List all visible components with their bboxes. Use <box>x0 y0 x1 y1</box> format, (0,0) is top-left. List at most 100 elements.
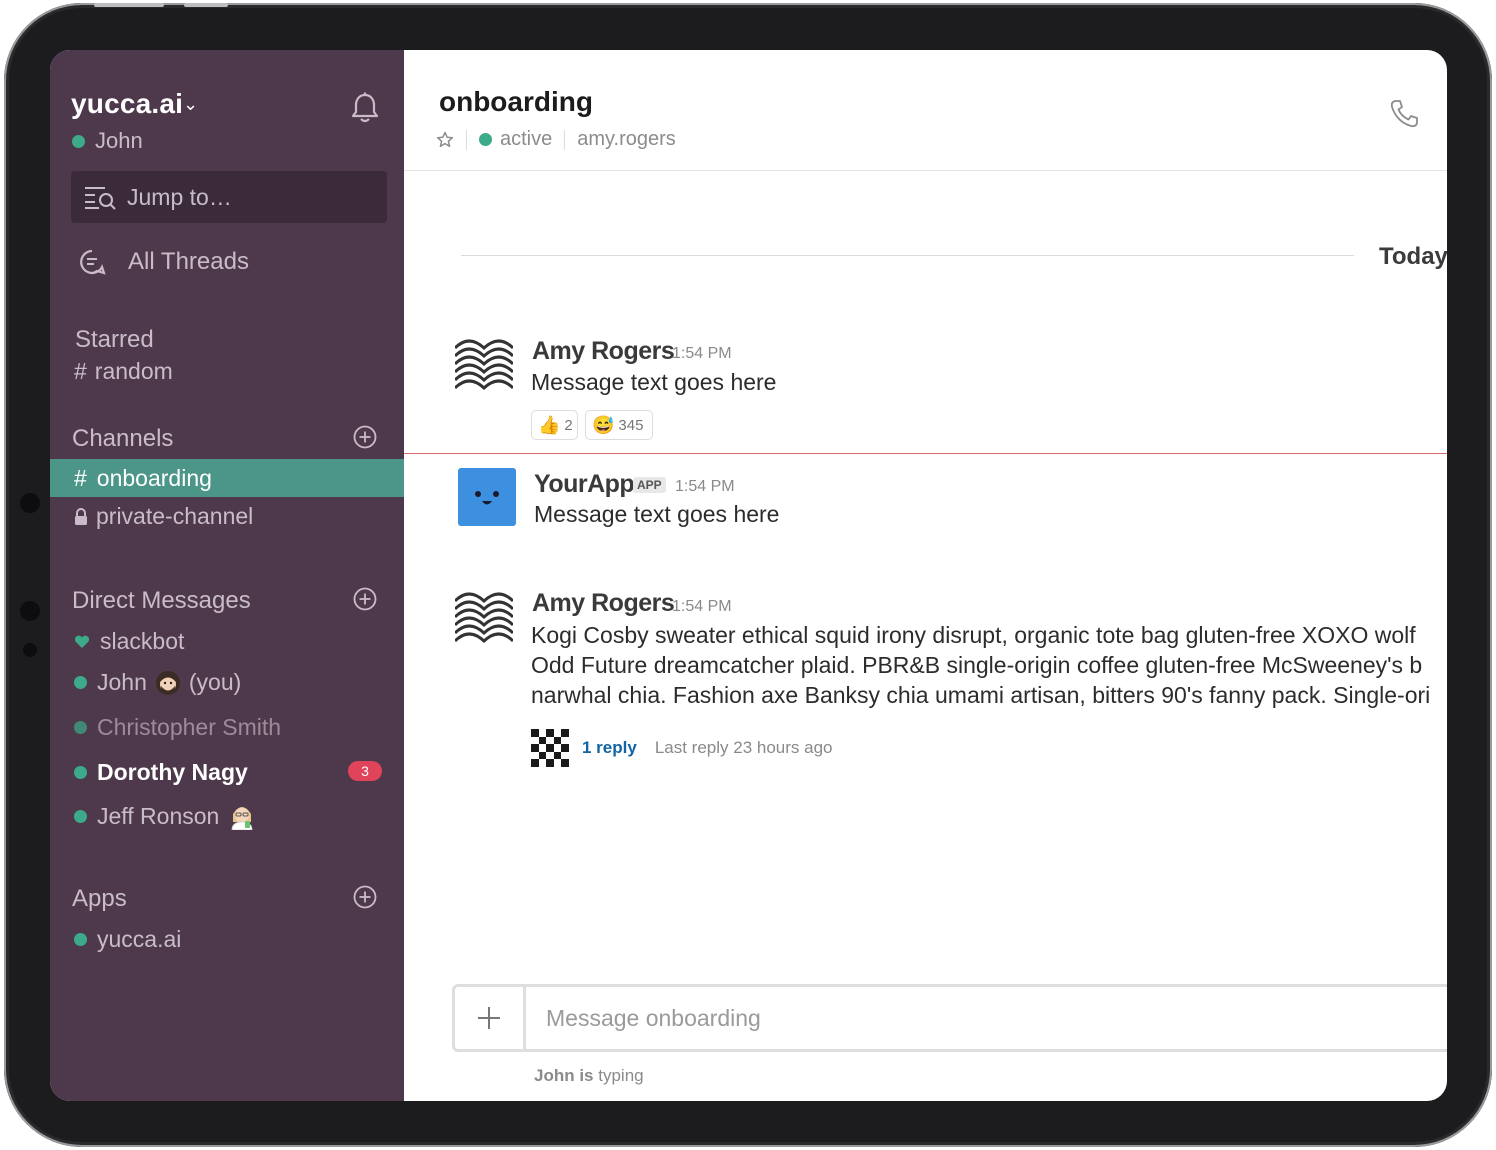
sensor-icon <box>20 601 40 621</box>
typing-user: John is <box>534 1066 594 1085</box>
jump-search-icon <box>85 187 116 210</box>
typing-text: typing <box>593 1066 644 1085</box>
presence-dot <box>74 676 87 689</box>
scientist-emoji-icon <box>231 807 253 830</box>
sidebar-item-label: Dorothy Nagy <box>97 759 248 785</box>
presence-dot <box>72 134 85 148</box>
sensor-icon <box>23 643 37 657</box>
date-divider-line <box>461 255 1354 256</box>
hash-icon: # <box>74 358 87 384</box>
camera-icon <box>20 493 40 513</box>
presence-dot <box>74 721 87 734</box>
sidebar-item-private-channel[interactable]: private-channel <box>74 503 253 530</box>
presence-dot <box>74 809 87 823</box>
sidebar-item-label: yucca.ai <box>97 926 182 952</box>
channel-status: active <box>500 128 553 150</box>
sidebar-item-label: John <box>97 669 147 695</box>
phone-icon[interactable] <box>1388 98 1420 130</box>
new-messages-line <box>404 453 1447 454</box>
channel-member[interactable]: amy.rogers <box>577 128 676 151</box>
current-user-name: John <box>95 128 143 153</box>
heart-icon <box>74 635 90 648</box>
divider <box>466 129 467 150</box>
jump-to-label: Jump to… <box>127 183 232 210</box>
reaction-thumbs-up[interactable]: 👍 2 <box>531 410 578 440</box>
sidebar-item-label: private-channel <box>96 503 254 529</box>
reaction-count: 345 <box>618 416 644 434</box>
sidebar-item-onboarding[interactable]: # onboarding <box>50 459 404 497</box>
message-composer <box>452 984 1447 1052</box>
chevron-down-icon[interactable]: ⌄ <box>183 94 198 115</box>
all-threads-link[interactable]: All Threads <box>78 248 249 276</box>
divider <box>564 129 566 150</box>
app-screen: yucca.ai ⌄ John Jump to… All Threads Sta… <box>50 50 1447 1101</box>
channel-view: onboarding active amy.rogers Today Amy R… <box>404 50 1447 1101</box>
sweat-smile-icon: 😅 <box>592 414 615 435</box>
presence-dot <box>479 133 492 146</box>
message-text: Kogi Cosby sweater ethical squid irony d… <box>531 620 1430 710</box>
thread-reply-row[interactable]: 1 reply Last reply 23 hours ago <box>531 729 832 767</box>
sidebar-item-label: Christopher Smith <box>97 714 282 740</box>
app-tag: APP <box>633 477 666 493</box>
message-line: narwhal chia. Fashion axe Banksy chia um… <box>531 682 1431 708</box>
reaction-sweat-smile[interactable]: 😅 345 <box>585 410 653 440</box>
message-author[interactable]: Amy Rogers <box>532 589 675 618</box>
sidebar-item-label: Jeff Ronson <box>97 802 220 829</box>
sidebar-item-john[interactable]: John (you) <box>74 669 241 696</box>
starred-heading[interactable]: Starred <box>75 326 154 354</box>
workspace-name[interactable]: yucca.ai <box>71 88 183 120</box>
presence-dot <box>74 766 87 779</box>
message-input[interactable] <box>544 1003 1348 1033</box>
typing-indicator: John is typing <box>534 1066 644 1086</box>
current-user[interactable]: John <box>72 128 143 154</box>
volume-button <box>184 3 228 7</box>
sidebar: yucca.ai ⌄ John Jump to… All Threads Sta… <box>50 50 404 1101</box>
lock-icon <box>75 508 87 525</box>
add-app-icon[interactable] <box>353 885 377 909</box>
all-threads-label: All Threads <box>128 248 249 275</box>
sidebar-item-yucca-app[interactable]: yucca.ai <box>74 926 181 953</box>
sidebar-item-label: random <box>94 358 173 384</box>
amy-rogers-avatar[interactable] <box>455 334 513 392</box>
add-channel-icon[interactable] <box>353 425 377 449</box>
message-author[interactable]: Amy Rogers <box>532 337 675 366</box>
sidebar-item-dorothy-nagy[interactable]: Dorothy Nagy <box>74 759 248 786</box>
channels-heading[interactable]: Channels <box>72 425 173 453</box>
message-text: Message text goes here <box>531 369 777 395</box>
thumbs-up-icon: 👍 <box>538 414 561 435</box>
man-emoji-icon <box>155 670 180 695</box>
sidebar-item-random[interactable]: # random <box>74 358 173 385</box>
replier-avatar <box>531 729 569 767</box>
bell-icon[interactable] <box>350 92 380 124</box>
sidebar-item-slackbot[interactable]: slackbot <box>74 628 184 655</box>
message-time[interactable]: 1:54 PM <box>672 345 732 363</box>
jump-to-button[interactable]: Jump to… <box>71 171 387 223</box>
yourapp-avatar[interactable] <box>458 468 516 526</box>
message-line: Kogi Cosby sweater ethical squid irony d… <box>531 622 1416 648</box>
volume-button <box>94 3 164 7</box>
hash-icon: # <box>74 464 87 491</box>
presence-dot <box>74 933 87 946</box>
last-reply-time: Last reply 23 hours ago <box>654 738 833 757</box>
direct-messages-heading[interactable]: Direct Messages <box>72 587 251 615</box>
apps-heading[interactable]: Apps <box>72 885 127 913</box>
add-dm-icon[interactable] <box>353 587 377 611</box>
message-author[interactable]: YourApp <box>534 470 635 499</box>
attach-button[interactable] <box>455 987 526 1049</box>
sidebar-item-jeff-ronson[interactable]: Jeff Ronson <box>74 802 255 830</box>
sidebar-item-christopher-smith[interactable]: Christopher Smith <box>74 714 281 741</box>
date-divider: Today <box>1379 243 1447 270</box>
channel-title[interactable]: onboarding <box>439 86 593 118</box>
message-line: Odd Future dreamcatcher plaid. PBR&B sin… <box>531 652 1423 678</box>
reply-count-link[interactable]: 1 reply <box>582 738 637 758</box>
message-time[interactable]: 1:54 PM <box>672 598 732 616</box>
threads-icon <box>80 249 106 275</box>
message-text: Message text goes here <box>534 501 780 527</box>
star-icon[interactable] <box>436 131 454 149</box>
message-time[interactable]: 1:54 PM <box>675 478 735 496</box>
amy-rogers-avatar[interactable] <box>455 587 513 645</box>
reaction-count: 2 <box>564 416 573 434</box>
header-divider <box>404 170 1447 171</box>
unread-badge: 3 <box>348 761 382 781</box>
you-suffix: (you) <box>188 669 242 695</box>
